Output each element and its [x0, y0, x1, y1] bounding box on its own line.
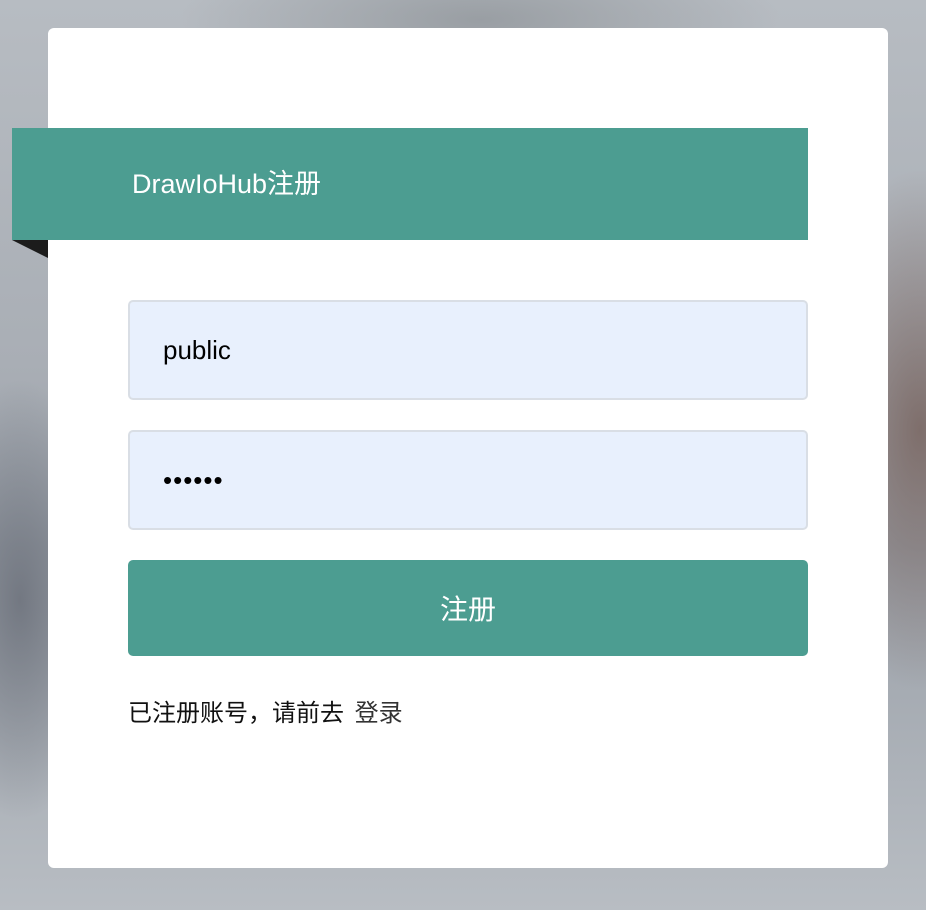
password-input[interactable]	[128, 430, 808, 530]
page-title: DrawIoHub注册	[132, 169, 322, 199]
username-input[interactable]	[128, 300, 808, 400]
title-ribbon: DrawIoHub注册	[12, 128, 808, 240]
ribbon-fold	[12, 240, 48, 258]
login-prompt-text: 已注册账号，请前去	[128, 700, 344, 727]
login-prompt: 已注册账号，请前去 登录	[128, 694, 403, 734]
register-button[interactable]: 注册	[128, 560, 808, 656]
login-link[interactable]: 登录	[355, 700, 403, 727]
